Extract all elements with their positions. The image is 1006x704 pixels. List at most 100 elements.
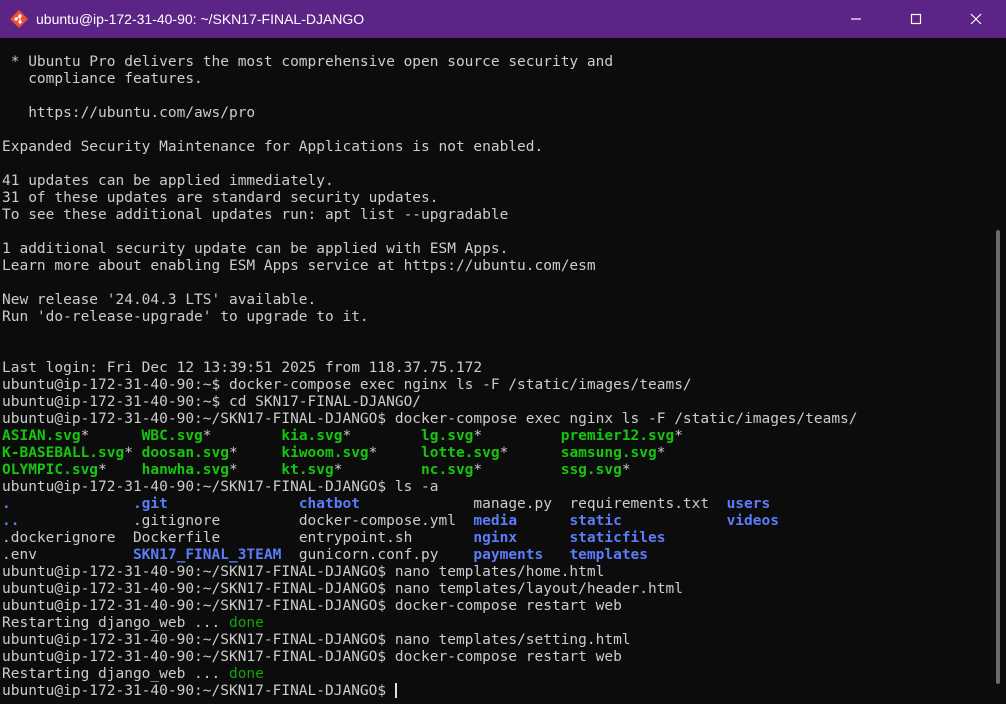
terminal-line: Expanded Security Maintenance for Applic… [2, 139, 982, 156]
terminal-text: Dockerfile [132, 530, 221, 546]
terminal-text: 1 additional security update can be appl… [2, 241, 509, 257]
terminal-text: manage.py [473, 496, 552, 512]
terminal-text: gunicorn.conf.py [298, 547, 439, 563]
terminal-line: compliance features. [2, 71, 982, 88]
terminal-line: ubuntu@ip-172-31-40-90:~/SKN17-FINAL-DJA… [2, 683, 982, 700]
close-button[interactable] [946, 0, 1006, 38]
terminal-line: OLYMPIC.svg * hanwha.svg * kt.svg * nc.svg * ssg… [2, 462, 982, 479]
terminal-text: Last login: Fri Dec 12 13:39:51 2025 fro… [2, 360, 483, 376]
maximize-button[interactable] [886, 0, 946, 38]
maximize-icon [910, 13, 922, 25]
terminal-line: ubuntu@ip-172-31-40-90:~$ cd SKN17-FINAL… [2, 394, 982, 411]
terminal-line: ubuntu@ip-172-31-40-90:~/SKN17-FINAL-DJA… [2, 564, 982, 581]
status-done: done [228, 666, 264, 682]
exec-file-entry: kiwoom.svg [281, 445, 369, 461]
terminal-text: * [202, 428, 212, 444]
dir-entry: chatbot [298, 496, 360, 512]
terminal-line: ASIAN.svg * WBC.svg * kia.svg * lg.svg * premier… [2, 428, 982, 445]
terminal-line: .. .gitignore docker-compose.yml media stati… [2, 513, 982, 530]
title-bar[interactable]: ubuntu@ip-172-31-40-90: ~/SKN17-FINAL-DJ… [0, 0, 1006, 38]
terminal-line: ubuntu@ip-172-31-40-90:~/SKN17-FINAL-DJA… [2, 649, 982, 666]
terminal-text: * Ubuntu Pro delivers the most comprehen… [2, 54, 614, 70]
terminal-text: ubuntu@ip-172-31-40-90:~/SKN17-FINAL-DJA… [2, 649, 622, 665]
terminal-line: 41 updates can be applied immediately. [2, 173, 982, 190]
terminal-text: ubuntu@ip-172-31-40-90:~/SKN17-FINAL-DJA… [2, 479, 439, 495]
terminal-text: https://ubuntu.com/aws/pro [2, 105, 256, 121]
exec-file-entry: ssg.svg [560, 462, 622, 478]
terminal-text: 31 of these updates are standard securit… [2, 190, 439, 206]
terminal-line: Last login: Fri Dec 12 13:39:51 2025 fro… [2, 360, 982, 377]
terminal-line: ubuntu@ip-172-31-40-90:~$ docker-compose… [2, 377, 982, 394]
git-bash-diamond-icon [10, 10, 28, 28]
exec-file-entry: nc.svg [421, 462, 474, 478]
terminal-line: * Ubuntu Pro delivers the most comprehen… [2, 54, 982, 71]
scrollbar-thumb[interactable] [996, 230, 1000, 684]
exec-file-entry: K-BASEBALL.svg [2, 445, 125, 461]
exec-file-entry: kt.svg [281, 462, 334, 478]
dir-entry: nginx [473, 530, 518, 546]
minimize-icon [850, 13, 862, 25]
dir-entry: users [726, 496, 771, 512]
terminal-line: Learn more about enabling ESM Apps servi… [2, 258, 982, 275]
dir-entry: . [2, 496, 11, 512]
terminal-area[interactable]: * Ubuntu Pro delivers the most comprehen… [0, 38, 1006, 704]
terminal-line: ubuntu@ip-172-31-40-90:~/SKN17-FINAL-DJA… [2, 581, 982, 598]
minimize-button[interactable] [826, 0, 886, 38]
exec-file-entry: samsung.svg [560, 445, 657, 461]
terminal-text: Learn more about enabling ESM Apps servi… [2, 258, 596, 274]
terminal-text: * [473, 428, 483, 444]
exec-file-entry: premier12.svg [560, 428, 675, 444]
terminal-text: ubuntu@ip-172-31-40-90:~/SKN17-FINAL-DJA… [2, 598, 622, 614]
terminal-text: * [80, 428, 90, 444]
terminal-text: .dockerignore [2, 530, 116, 546]
exec-file-entry: WBC.svg [141, 428, 203, 444]
terminal-text: Run 'do-release-upgrade' to upgrade to i… [2, 309, 369, 325]
terminal-text: * [656, 445, 666, 461]
text-cursor [394, 683, 397, 698]
terminal-text: docker-compose.yml [298, 513, 456, 529]
terminal-line: ubuntu@ip-172-31-40-90:~/SKN17-FINAL-DJA… [2, 479, 982, 496]
dir-entry: .. [2, 513, 20, 529]
terminal-text: New release '24.04.3 LTS' available. [2, 292, 317, 308]
terminal-text: compliance features. [2, 71, 203, 87]
terminal-text: ubuntu@ip-172-31-40-90:~/SKN17-FINAL-DJA… [2, 632, 631, 648]
terminal-text: * [473, 462, 483, 478]
scrollbar[interactable] [992, 38, 1006, 704]
terminal-line: To see these additional updates run: apt… [2, 207, 982, 224]
terminal-line: ubuntu@ip-172-31-40-90:~/SKN17-FINAL-DJA… [2, 598, 982, 615]
terminal-text: * [499, 445, 509, 461]
terminal-text: ubuntu@ip-172-31-40-90:~$ docker-compose… [2, 377, 692, 393]
exec-file-entry: ASIAN.svg [2, 428, 81, 444]
terminal-text: Restarting django_web ... [2, 666, 229, 682]
close-icon [970, 13, 982, 25]
terminal-line: Restarting django_web ... done [2, 615, 982, 632]
terminal-line: New release '24.04.3 LTS' available. [2, 292, 982, 309]
terminal-line: Run 'do-release-upgrade' to upgrade to i… [2, 309, 982, 326]
terminal-text: * [228, 445, 238, 461]
terminal-line: . .git chatbot manage.py requirements.txt use… [2, 496, 982, 513]
terminal-text: * [228, 462, 238, 478]
exec-file-entry: lg.svg [421, 428, 474, 444]
window-title: ubuntu@ip-172-31-40-90: ~/SKN17-FINAL-DJ… [36, 11, 365, 27]
terminal-line: Restarting django_web ... done [2, 666, 982, 683]
terminal-text: Restarting django_web ... [2, 615, 229, 631]
terminal-text: * [333, 462, 343, 478]
terminal-line: 1 additional security update can be appl… [2, 241, 982, 258]
terminal-text: ubuntu@ip-172-31-40-90:~/SKN17-FINAL-DJA… [2, 564, 605, 580]
terminal-line: 31 of these updates are standard securit… [2, 190, 982, 207]
terminal-text: 41 updates can be applied immediately. [2, 173, 334, 189]
terminal-text: * [342, 428, 352, 444]
dir-entry: payments [473, 547, 544, 563]
terminal-text: ubuntu@ip-172-31-40-90:~$ cd SKN17-FINAL… [2, 394, 422, 410]
exec-file-entry: doosan.svg [141, 445, 229, 461]
exec-file-entry: kia.svg [281, 428, 343, 444]
status-done: done [228, 615, 264, 631]
terminal-text: .gitignore [132, 513, 221, 529]
terminal-text: ubuntu@ip-172-31-40-90:~/SKN17-FINAL-DJA… [2, 683, 395, 699]
terminal-line: .env SKN17_FINAL_3TEAM gunicorn.conf.py pay… [2, 547, 982, 564]
